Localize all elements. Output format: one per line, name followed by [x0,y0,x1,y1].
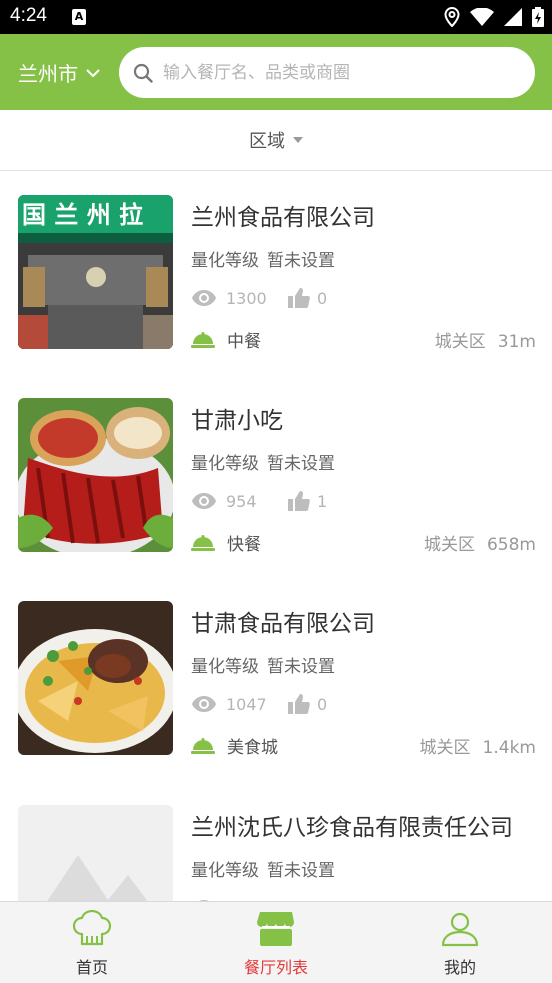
food-cover-icon [191,332,215,348]
chevron-down-icon [86,68,100,77]
eye-icon [192,493,216,509]
restaurant-name: 甘肃小吃 [191,408,283,434]
tab-restaurant-list[interactable]: 餐厅列表 [184,902,368,983]
restaurant-item[interactable]: 国 兰 州 拉 兰州食品有限公司 量化等级 暂未设置 1300 0 中餐 城关区… [0,171,552,361]
svg-text:国 兰 州 拉: 国 兰 州 拉 [22,201,143,229]
level-value: 暂未设置 [267,861,335,881]
food-cover-icon [191,738,215,754]
city-label: 兰州市 [18,62,78,86]
restaurant-store-icon [257,912,294,946]
like-count: 1 [317,491,328,511]
person-icon [441,912,479,947]
level-value: 暂未设置 [267,657,335,677]
cuisine-category: 美食城 [227,737,278,758]
restaurant-photo-placeholder [18,805,173,901]
cuisine-category: 中餐 [227,331,261,352]
location-info: 城关区 1.4km [420,733,536,758]
area-filter-button[interactable]: 区域 [249,127,303,153]
stats-row: 1047 0 [191,692,327,716]
district: 城关区 [423,534,475,555]
district: 城关区 [434,331,486,352]
tab-home[interactable]: 首页 [0,902,184,983]
like-count: 0 [317,288,328,308]
status-bar: 4:24 A [0,0,552,34]
view-count: 954 [226,491,257,511]
notification-icon: A [72,9,86,25]
thumbs-up-icon [288,694,310,714]
level-value: 暂未设置 [267,251,335,271]
distance: 31m [497,331,536,352]
eye-icon [192,696,216,712]
location-info: 城关区 658m [424,530,536,555]
view-count: 1047 [226,694,267,714]
thumbs-up-icon [288,491,310,511]
filter-bar: 区域 [0,110,552,171]
city-selector[interactable]: 兰州市 [18,58,100,87]
level-label: 量化等级 [191,657,259,677]
restaurant-item[interactable]: 甘肃食品有限公司 量化等级 暂未设置 1047 0 美食城 城关区 1.4km [0,577,552,767]
quantified-level: 量化等级 暂未设置 [191,856,335,881]
signal-icon [504,8,522,26]
restaurant-list: 国 兰 州 拉 兰州食品有限公司 量化等级 暂未设置 1300 0 中餐 城关区… [0,171,552,901]
status-icons [444,6,544,28]
like-count: 0 [317,694,328,714]
eye-icon [192,290,216,306]
location-icon [444,7,460,27]
stats-row: 1300 0 [191,286,327,310]
search-box[interactable] [119,47,535,98]
caret-down-icon [293,137,303,143]
restaurant-item[interactable]: 甘肃小吃 量化等级 暂未设置 954 1 快餐 城关区 658m [0,374,552,564]
bottom-tab-bar: 首页 餐厅列表 我的 [0,901,552,983]
food-cover-icon [191,535,215,551]
stats-row: 954 1 [191,489,327,513]
restaurant-photo [18,601,173,755]
search-icon [133,63,153,83]
level-value: 暂未设置 [267,454,335,474]
restaurant-name: 甘肃食品有限公司 [191,611,375,637]
category-row: 美食城 城关区 1.4km [191,731,536,759]
status-time: 4:24 [10,5,47,26]
restaurant-name: 兰州食品有限公司 [191,205,375,231]
quantified-level: 量化等级 暂未设置 [191,652,335,677]
view-count: 1300 [226,288,267,308]
level-label: 量化等级 [191,454,259,474]
header-bar: 兰州市 [0,34,552,110]
quantified-level: 量化等级 暂未设置 [191,449,335,474]
tab-restaurant-list-label: 餐厅列表 [243,958,308,977]
restaurant-photo [18,398,173,552]
level-label: 量化等级 [191,251,259,271]
distance: 1.4km [482,737,536,758]
tab-mine-label: 我的 [443,958,476,977]
tab-mine[interactable]: 我的 [368,902,552,983]
wifi-icon [470,8,494,26]
chef-hat-icon [72,910,112,946]
distance: 658m [486,534,536,555]
restaurant-name: 兰州沈氏八珍食品有限责任公司 [191,815,513,841]
quantified-level: 量化等级 暂未设置 [191,246,335,271]
restaurant-photo: 国 兰 州 拉 [18,195,173,349]
battery-icon [532,7,544,27]
thumbs-up-icon [288,288,310,308]
search-input[interactable] [163,62,523,83]
area-filter-label: 区域 [249,131,285,152]
category-row: 快餐 城关区 658m [191,528,536,556]
level-label: 量化等级 [191,861,259,881]
cuisine-category: 快餐 [227,534,261,555]
category-row: 中餐 城关区 31m [191,325,536,353]
tab-home-label: 首页 [75,958,108,977]
district: 城关区 [419,737,471,758]
restaurant-item[interactable]: 兰州沈氏八珍食品有限责任公司 量化等级 暂未设置 [0,781,552,901]
location-info: 城关区 31m [435,327,536,352]
